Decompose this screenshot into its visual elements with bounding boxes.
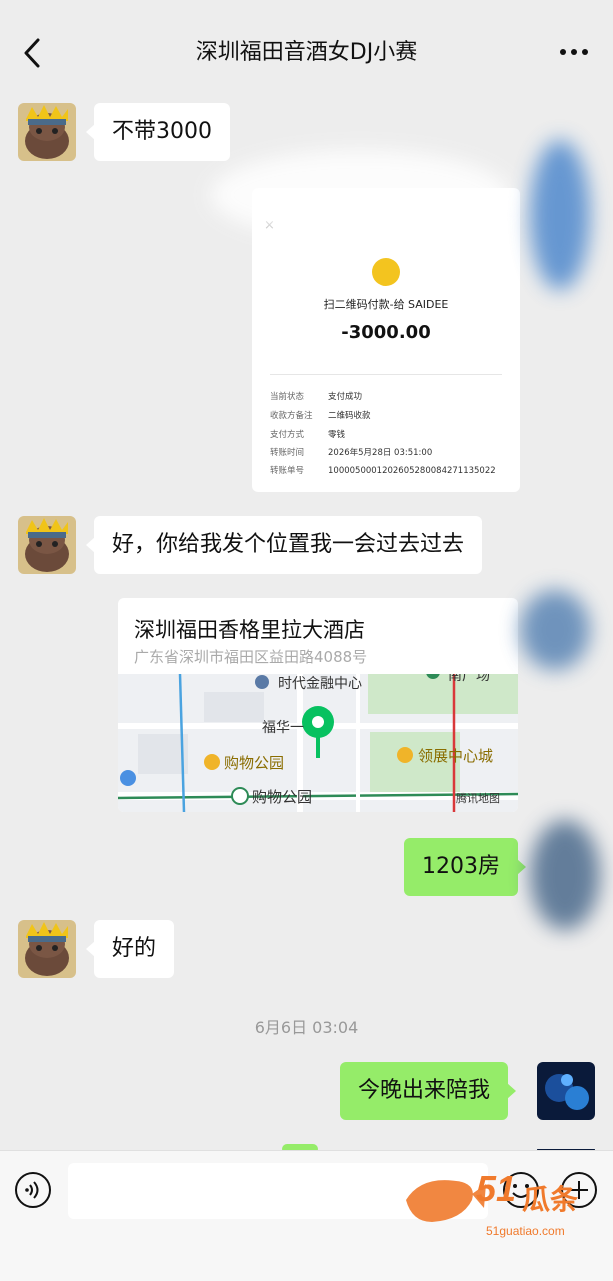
map-label: 购物公园 xyxy=(252,788,312,806)
location-name: 深圳福田香格里拉大酒店 xyxy=(134,618,365,642)
receipt-row: 转账时间 2026年5月28日 03:51:00 xyxy=(270,448,433,458)
chat-header: 深圳福田音酒女DJ小赛 xyxy=(0,0,613,104)
message-bubble-incoming[interactable]: 好，你给我发个位置我一会过去过去 xyxy=(85,516,483,574)
blur-redaction xyxy=(210,150,510,240)
map-label: 福华一 xyxy=(262,720,304,736)
location-card[interactable]: 深圳福田香格里拉大酒店 广东省深圳市福田区益田路4088号 时代金融中心 南广场… xyxy=(118,598,518,812)
contact-avatar[interactable] xyxy=(18,920,76,978)
location-address: 广东省深圳市福田区益田路4088号 xyxy=(134,648,368,666)
receipt-row: 转账单号 1000050001202605280084271135022 xyxy=(270,466,496,476)
watermark-text: 瓜条 xyxy=(522,1183,579,1216)
chat-title: 深圳福田音酒女DJ小赛 xyxy=(195,40,418,65)
blur-redaction xyxy=(530,140,590,290)
receipt-row: 当前状态 支付成功 xyxy=(270,392,363,402)
message-bubble-outgoing[interactable]: 今晚出来陪我 xyxy=(340,1062,517,1120)
map-label: 领展中心城 xyxy=(418,747,493,765)
voice-input-icon[interactable] xyxy=(14,1171,52,1209)
contact-avatar[interactable] xyxy=(18,103,76,161)
money-bag-icon xyxy=(372,258,400,286)
map-label: 时代金融中心 xyxy=(278,676,362,692)
contact-avatar[interactable] xyxy=(18,516,76,574)
receipt-row: 支付方式 零钱 xyxy=(270,430,346,440)
map-label: 南广场 xyxy=(448,674,490,684)
blur-redaction xyxy=(520,590,590,670)
message-bubble-incoming[interactable]: 不带3000 xyxy=(86,103,230,161)
map-label: 购物公园 xyxy=(224,754,284,772)
blur-redaction xyxy=(530,820,600,930)
receipt-row: 收款方备注 二维码收款 xyxy=(270,411,371,421)
message-timestamp: 6月6日 03:04 xyxy=(254,1018,359,1037)
divider xyxy=(270,374,502,375)
receipt-amount: -3000.00 xyxy=(341,322,431,343)
receipt-title: 扫二维码付款-给 SAIDEE xyxy=(323,298,449,311)
message-bubble-incoming[interactable]: 好的 xyxy=(85,920,175,978)
map-attribution: 腾讯地图 xyxy=(456,791,500,805)
watermark-number: 51 xyxy=(476,1168,517,1209)
map-preview: 时代金融中心 南广场 福华一 购物公园 领展中心城 购物公园 腾讯地图 xyxy=(118,674,518,812)
watermark-url: 51guatiao.com xyxy=(486,1224,565,1238)
self-avatar[interactable] xyxy=(537,1062,595,1120)
more-options-icon[interactable] xyxy=(559,44,589,60)
message-bubble-outgoing[interactable]: 1203房 xyxy=(404,838,526,896)
